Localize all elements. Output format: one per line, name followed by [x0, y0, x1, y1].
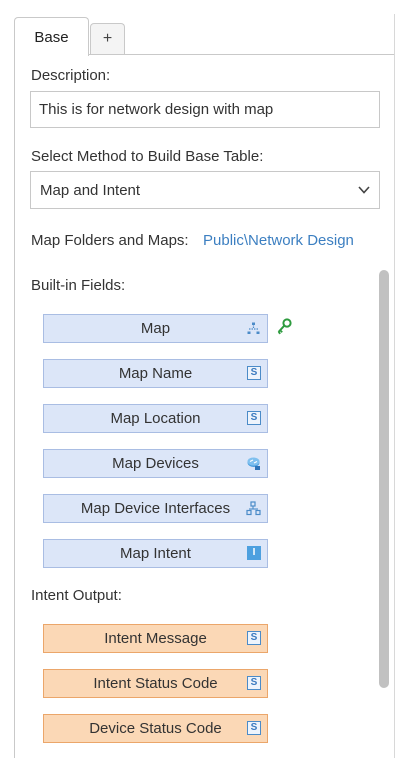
field-intent-message[interactable]: Intent Message S: [43, 624, 268, 653]
field-map-location[interactable]: Map Location S: [43, 404, 268, 433]
panel-right-border: [394, 14, 395, 758]
field-device-status-code[interactable]: Device Status Code S: [43, 714, 268, 743]
field-label: Map Intent: [120, 545, 191, 562]
map-folders-label: Map Folders and Maps:: [31, 232, 189, 249]
field-label: Device Status Code: [89, 720, 222, 737]
string-type-icon: S: [247, 366, 261, 380]
method-label: Select Method to Build Base Table:: [31, 148, 264, 165]
field-map-name[interactable]: Map Name S: [43, 359, 268, 388]
add-tab-button[interactable]: +: [90, 23, 125, 54]
vertical-scrollbar[interactable]: [379, 270, 389, 688]
method-select[interactable]: Map and Intent: [30, 171, 380, 209]
field-intent-status-code[interactable]: Intent Status Code S: [43, 669, 268, 698]
field-map-device-interfaces[interactable]: Map Device Interfaces: [43, 494, 268, 523]
tab-base[interactable]: Base: [14, 17, 89, 56]
device-icon: [247, 457, 260, 470]
method-select-value: Map and Intent: [40, 181, 141, 199]
interface-tree-icon: [246, 501, 261, 516]
string-type-icon: S: [247, 721, 261, 735]
field-label: Map Name: [118, 365, 193, 382]
builtin-fields-label: Built-in Fields:: [31, 277, 126, 294]
intent-output-label: Intent Output:: [31, 587, 122, 604]
description-field[interactable]: This is for network design with map: [30, 91, 380, 128]
intent-type-icon: I: [247, 546, 261, 560]
key-icon: [277, 318, 292, 335]
field-map-intent[interactable]: Map Intent I: [43, 539, 268, 568]
field-label: Map: [140, 320, 171, 337]
map-tree-icon: [247, 322, 260, 334]
description-label: Description:: [31, 67, 111, 84]
map-folder-link[interactable]: Public\Network Design: [203, 232, 354, 249]
field-label: Map Location: [110, 410, 201, 427]
field-map-devices[interactable]: Map Devices: [43, 449, 268, 478]
string-type-icon: S: [247, 631, 261, 645]
field-label: Intent Status Code: [93, 675, 218, 692]
field-label: Map Devices: [112, 455, 199, 472]
field-label: Intent Message: [104, 630, 207, 647]
string-type-icon: S: [247, 411, 261, 425]
chevron-down-icon: [358, 186, 370, 194]
string-type-icon: S: [247, 676, 261, 690]
field-label: Map Device Interfaces: [80, 500, 231, 517]
field-map[interactable]: Map: [43, 314, 268, 343]
